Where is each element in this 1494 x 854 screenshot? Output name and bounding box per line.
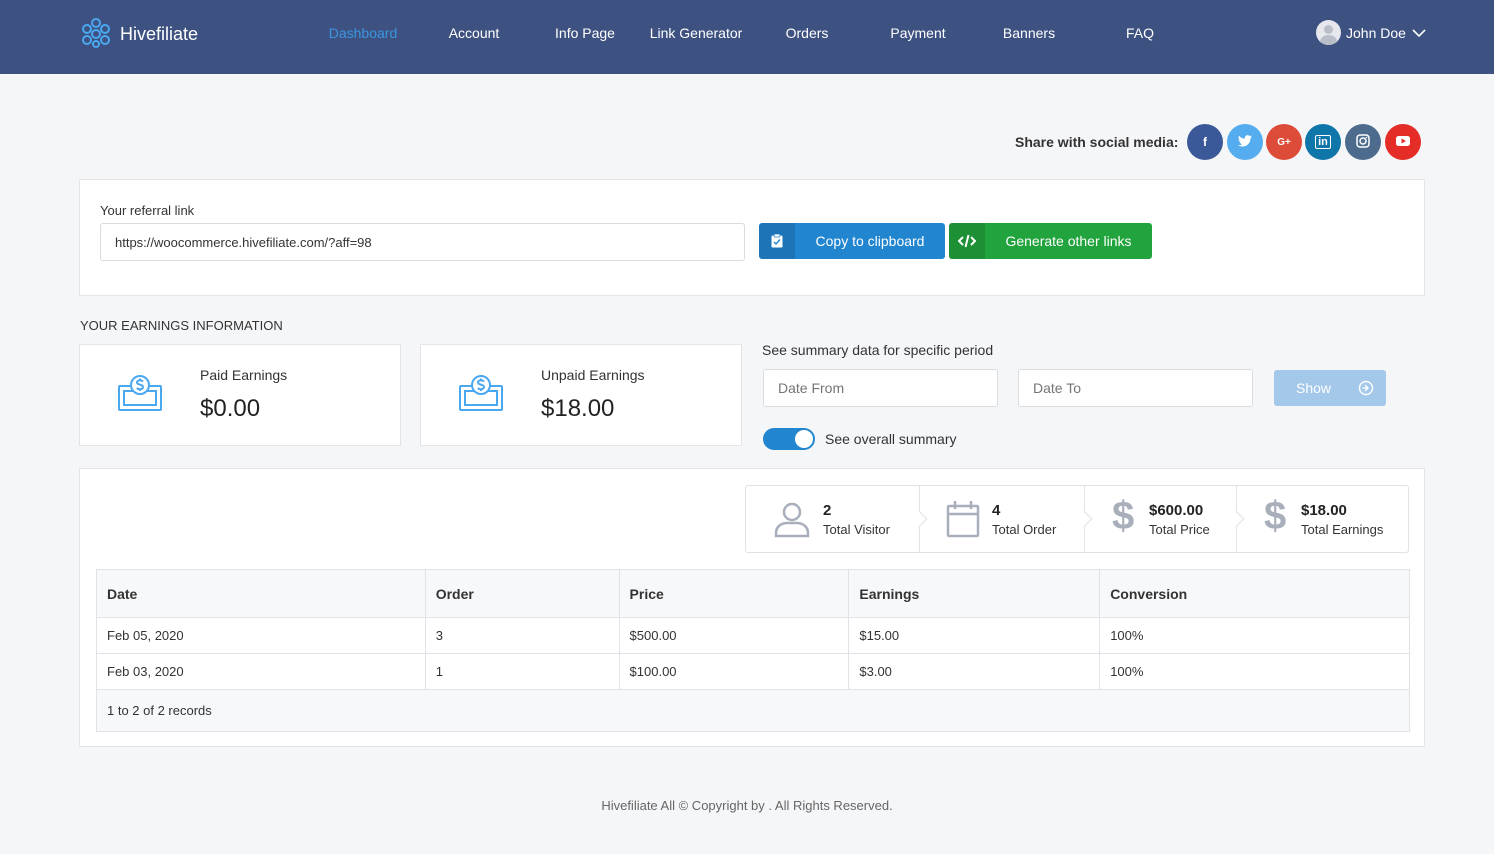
nav-dashboard[interactable]: Dashboard bbox=[329, 25, 398, 41]
unpaid-earnings-label: Unpaid Earnings bbox=[541, 367, 645, 383]
code-icon bbox=[949, 223, 985, 259]
avatar bbox=[1316, 20, 1341, 45]
period-label: See summary data for specific period bbox=[762, 342, 994, 358]
arrow-circle-right-icon bbox=[1346, 370, 1386, 406]
total-earnings-value: $18.00 bbox=[1301, 502, 1347, 519]
youtube-icon bbox=[1396, 135, 1410, 149]
calendar-icon bbox=[946, 500, 980, 541]
facebook-icon: f bbox=[1203, 135, 1207, 149]
nav-payment[interactable]: Payment bbox=[890, 25, 945, 41]
paid-earnings-value: $0.00 bbox=[200, 395, 261, 422]
summary-card: 2 Total Visitor 4 Total Order $ $600.00 … bbox=[79, 468, 1425, 747]
table-row: Feb 03, 2020 1 $100.00 $3.00 100% bbox=[96, 653, 1410, 690]
nav-link-generator[interactable]: Link Generator bbox=[650, 25, 743, 41]
referral-link-label: Your referral link bbox=[100, 203, 195, 218]
referral-link-card: Your referral link Copy to clipboard Gen… bbox=[79, 179, 1425, 296]
instagram-share-button[interactable] bbox=[1345, 124, 1381, 160]
nav-account[interactable]: Account bbox=[449, 25, 500, 41]
unpaid-earnings-card: Unpaid Earnings $18.00 bbox=[420, 344, 742, 446]
facebook-share-button[interactable]: f bbox=[1187, 124, 1223, 160]
cell-conversion: 100% bbox=[1099, 653, 1410, 690]
table-footer-row: 1 to 2 of 2 records bbox=[96, 689, 1410, 732]
hexagon-logo-icon bbox=[80, 17, 112, 52]
earnings-section-title: YOUR EARNINGS INFORMATION bbox=[80, 318, 283, 333]
total-price-label: Total Price bbox=[1149, 522, 1210, 537]
cell-earnings: $3.00 bbox=[848, 653, 1101, 690]
stat-divider-arrow bbox=[1075, 510, 1093, 528]
nav-faq[interactable]: FAQ bbox=[1126, 25, 1154, 41]
clipboard-icon bbox=[759, 223, 795, 259]
total-visitor-label: Total Visitor bbox=[823, 522, 890, 537]
linkedin-icon: in bbox=[1315, 135, 1331, 149]
generate-other-links-button[interactable]: Generate other links bbox=[949, 223, 1152, 259]
stat-divider-arrow bbox=[1227, 510, 1245, 528]
unpaid-earnings-value: $18.00 bbox=[541, 395, 615, 422]
cell-date: Feb 03, 2020 bbox=[96, 653, 426, 690]
twitter-share-button[interactable] bbox=[1227, 124, 1263, 160]
column-header-price[interactable]: Price bbox=[618, 569, 850, 618]
user-menu[interactable]: John Doe bbox=[1316, 20, 1426, 45]
cell-order: 1 bbox=[424, 653, 620, 690]
user-name: John Doe bbox=[1346, 24, 1406, 41]
nav-info-page[interactable]: Info Page bbox=[555, 25, 615, 41]
dollar-icon: $ bbox=[1112, 494, 1135, 538]
table-header-row: Date Order Price Earnings Conversion bbox=[96, 569, 1410, 618]
youtube-share-button[interactable] bbox=[1385, 124, 1421, 160]
share-label: Share with social media: bbox=[1015, 134, 1179, 150]
paid-earnings-label: Paid Earnings bbox=[200, 367, 288, 383]
column-header-conversion[interactable]: Conversion bbox=[1099, 569, 1410, 618]
column-header-date[interactable]: Date bbox=[96, 569, 426, 618]
earnings-table: Date Order Price Earnings Conversion Feb… bbox=[96, 569, 1410, 732]
referral-link-input[interactable] bbox=[100, 223, 745, 261]
column-header-order[interactable]: Order bbox=[424, 569, 620, 618]
stats-strip: 2 Total Visitor 4 Total Order $ $600.00 … bbox=[745, 485, 1409, 553]
cell-earnings: $15.00 bbox=[848, 617, 1101, 654]
total-order-label: Total Order bbox=[992, 522, 1057, 537]
chevron-down-icon bbox=[1412, 25, 1426, 41]
nav-banners[interactable]: Banners bbox=[1003, 25, 1055, 41]
copy-to-clipboard-button[interactable]: Copy to clipboard bbox=[759, 223, 945, 259]
brand-name: Hivefiliate bbox=[120, 24, 199, 44]
copy-to-clipboard-label: Copy to clipboard bbox=[815, 233, 925, 249]
linkedin-share-button[interactable]: in bbox=[1305, 124, 1341, 160]
records-count: 1 to 2 of 2 records bbox=[96, 689, 1410, 732]
overall-summary-label: See overall summary bbox=[825, 431, 957, 447]
show-button[interactable]: Show bbox=[1274, 370, 1386, 406]
date-to-input[interactable] bbox=[1018, 369, 1253, 407]
total-order-value: 4 bbox=[992, 502, 1001, 519]
money-icon bbox=[457, 372, 505, 419]
overall-summary-toggle[interactable] bbox=[763, 428, 815, 450]
total-earnings-label: Total Earnings bbox=[1301, 522, 1384, 537]
twitter-icon bbox=[1238, 134, 1252, 150]
cell-order: 3 bbox=[424, 617, 620, 654]
brand-logo[interactable]: Hivefiliate bbox=[80, 17, 198, 52]
cell-price: $100.00 bbox=[618, 653, 850, 690]
cell-date: Feb 05, 2020 bbox=[96, 617, 426, 654]
money-icon bbox=[116, 372, 164, 419]
stat-divider-arrow bbox=[910, 510, 928, 528]
generate-other-links-label: Generate other links bbox=[1005, 233, 1132, 249]
total-visitor-value: 2 bbox=[823, 502, 832, 519]
paid-earnings-card: Paid Earnings $0.00 bbox=[79, 344, 401, 446]
date-from-input[interactable] bbox=[763, 369, 998, 407]
dollar-icon: $ bbox=[1264, 494, 1287, 538]
page-footer: Hivefiliate All © Copyright by . All Rig… bbox=[601, 798, 893, 813]
cell-price: $500.00 bbox=[618, 617, 850, 654]
google-plus-icon: G+ bbox=[1277, 136, 1291, 148]
user-icon bbox=[773, 500, 811, 541]
instagram-icon bbox=[1356, 133, 1370, 151]
column-header-earnings[interactable]: Earnings bbox=[848, 569, 1101, 618]
google-plus-share-button[interactable]: G+ bbox=[1266, 124, 1302, 160]
nav-orders[interactable]: Orders bbox=[786, 25, 829, 41]
table-row: Feb 05, 2020 3 $500.00 $15.00 100% bbox=[96, 617, 1410, 654]
cell-conversion: 100% bbox=[1099, 617, 1410, 654]
show-label: Show bbox=[1296, 380, 1332, 396]
top-navbar: Hivefiliate Dashboard Account Info Page … bbox=[0, 0, 1494, 74]
total-price-value: $600.00 bbox=[1149, 502, 1204, 519]
